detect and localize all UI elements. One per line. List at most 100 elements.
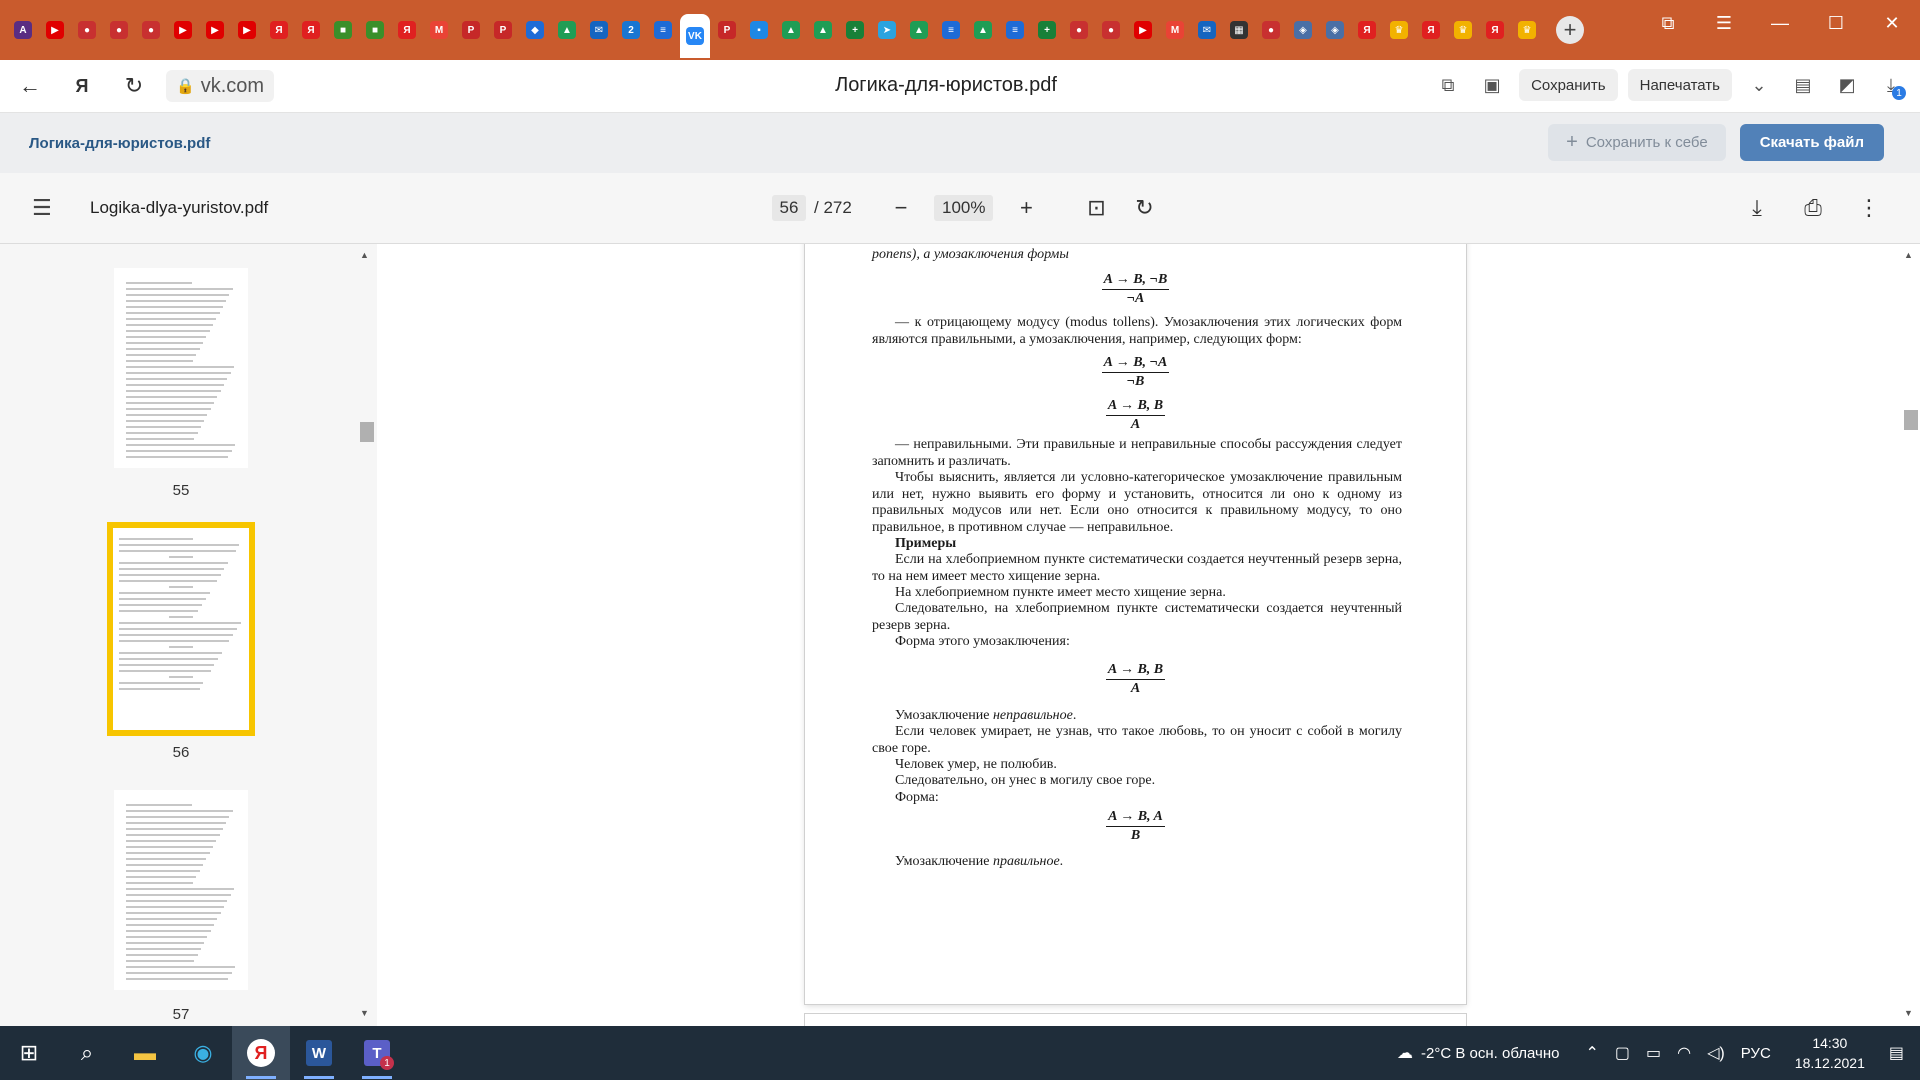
browser-tab[interactable]: + <box>1032 12 1062 48</box>
meet-now-icon[interactable]: ▢ <box>1615 1043 1630 1063</box>
scroll-up-icon[interactable]: ▲ <box>1904 250 1913 260</box>
notifications-icon[interactable]: ▤ <box>1889 1043 1904 1063</box>
viewer-scroll-thumb[interactable] <box>1904 410 1918 430</box>
save-button[interactable]: Сохранить <box>1519 69 1618 101</box>
browser-tab[interactable]: ● <box>104 12 134 48</box>
browser-tab[interactable]: ▲ <box>904 12 934 48</box>
clock[interactable]: 14:30 18.12.2021 <box>1795 1033 1865 1073</box>
browser-tab[interactable]: Я <box>1416 12 1446 48</box>
reader-mode-icon[interactable]: ▣ <box>1475 68 1509 102</box>
browser-tab[interactable]: Я <box>264 12 294 48</box>
browser-tab[interactable]: Я <box>1352 12 1382 48</box>
scroll-down-icon[interactable]: ▼ <box>1904 1008 1913 1018</box>
page-thumbnail-55[interactable] <box>114 268 248 468</box>
teams-icon[interactable]: T1 <box>348 1026 406 1080</box>
scroll-up-icon[interactable]: ▲ <box>360 250 369 260</box>
reload-button[interactable]: ↻ <box>112 64 156 108</box>
browser-tab[interactable]: ▲ <box>552 12 582 48</box>
browser-tab[interactable]: ▪ <box>744 12 774 48</box>
url-field[interactable]: 🔒 vk.com <box>166 70 275 102</box>
browser-tab[interactable]: ✉ <box>584 12 614 48</box>
browser-tab[interactable]: ● <box>72 12 102 48</box>
browser-tab[interactable]: ≡ <box>936 12 966 48</box>
browser-tab[interactable]: Я <box>1480 12 1510 48</box>
back-button[interactable]: ← <box>8 64 52 108</box>
browser-tab[interactable]: 2 <box>616 12 646 48</box>
browser-tab[interactable]: Я <box>392 12 422 48</box>
browser-tab[interactable]: ▦ <box>1224 12 1254 48</box>
page-thumbnail-57[interactable] <box>114 790 248 990</box>
zoom-level-input[interactable]: 100% <box>934 195 994 221</box>
browser-tab[interactable]: ● <box>136 12 166 48</box>
zoom-out-icon[interactable]: − <box>886 193 916 223</box>
chevron-up-icon[interactable]: ⌃ <box>1585 1043 1598 1063</box>
browser-tab[interactable]: ● <box>1256 12 1286 48</box>
browser-tab[interactable]: ♛ <box>1448 12 1478 48</box>
browser-tab[interactable]: ▶ <box>1128 12 1158 48</box>
extension-icon[interactable]: ◩ <box>1830 68 1864 102</box>
browser-tab[interactable]: ♛ <box>1384 12 1414 48</box>
yandex-logo-icon[interactable]: Я <box>60 64 104 108</box>
browser-tab[interactable]: P <box>712 12 742 48</box>
edge-browser-icon[interactable]: ◉ <box>174 1026 232 1080</box>
browser-tab[interactable]: ▲ <box>776 12 806 48</box>
language-indicator[interactable]: РУС <box>1741 1045 1771 1062</box>
chevron-down-icon[interactable]: ⌄ <box>1742 68 1776 102</box>
wifi-icon[interactable]: ◠ <box>1677 1043 1691 1063</box>
browser-tab[interactable]: ♛ <box>1512 12 1542 48</box>
zoom-in-icon[interactable]: + <box>1011 193 1041 223</box>
fit-page-icon[interactable]: ⊡ <box>1081 193 1111 223</box>
browser-tab[interactable]: M <box>424 12 454 48</box>
bookmarks-icon[interactable]: ⧉ <box>1640 0 1696 46</box>
browser-tab[interactable]: ▲ <box>808 12 838 48</box>
hamburger-menu-icon[interactable]: ☰ <box>32 195 62 221</box>
download-file-button[interactable]: Скачать файл <box>1739 124 1884 161</box>
browser-tab[interactable]: P <box>456 12 486 48</box>
page-number-input[interactable]: 56 <box>772 195 806 221</box>
browser-tab[interactable]: ◈ <box>1320 12 1350 48</box>
copy-icon[interactable]: ⧉ <box>1431 68 1465 102</box>
sidebar-scroll-thumb[interactable] <box>360 422 374 442</box>
file-explorer-icon[interactable]: ▬ <box>116 1026 174 1080</box>
downloads-icon[interactable]: ⤓ 1 <box>1874 68 1908 102</box>
browser-tab[interactable]: ▲ <box>968 12 998 48</box>
rotate-icon[interactable]: ↻ <box>1129 193 1159 223</box>
search-icon[interactable]: ⌕ <box>58 1026 116 1080</box>
more-options-icon[interactable]: ⋮ <box>1854 193 1884 223</box>
browser-tab[interactable]: P <box>488 12 518 48</box>
word-icon[interactable]: W <box>290 1026 348 1080</box>
browser-tab[interactable]: ▶ <box>200 12 230 48</box>
close-button[interactable]: ✕ <box>1864 0 1920 46</box>
browser-tab[interactable]: + <box>840 12 870 48</box>
save-to-me-button[interactable]: + Сохранить к себе <box>1548 124 1726 161</box>
browser-tab[interactable]: ● <box>1064 12 1094 48</box>
browser-tab[interactable]: A <box>8 12 38 48</box>
browser-tab[interactable]: M <box>1160 12 1190 48</box>
weather-cloud-icon[interactable]: ☁ <box>1397 1043 1413 1063</box>
browser-tab[interactable]: ▶ <box>40 12 70 48</box>
collections-icon[interactable]: ▤ <box>1786 68 1820 102</box>
viewer-scrollbar[interactable]: ▲ ▼ <box>1904 250 1918 1018</box>
browser-tab[interactable]: ➤ <box>872 12 902 48</box>
yandex-browser-icon[interactable]: Я <box>232 1026 290 1080</box>
browser-tab[interactable]: Я <box>296 12 326 48</box>
scroll-down-icon[interactable]: ▼ <box>360 1008 369 1018</box>
browser-tab[interactable]: ● <box>1096 12 1126 48</box>
page-thumbnail-56[interactable] <box>107 522 255 736</box>
new-tab-button[interactable]: + <box>1556 16 1584 44</box>
browser-tab[interactable]: ≡ <box>1000 12 1030 48</box>
download-icon[interactable]: ⤓ <box>1742 193 1772 223</box>
sidebar-scrollbar[interactable]: ▲ ▼ <box>360 250 374 1018</box>
weather-text[interactable]: -2°C В осн. облачно <box>1421 1045 1559 1062</box>
browser-tab[interactable]: ■ <box>328 12 358 48</box>
browser-tab[interactable]: ✉ <box>1192 12 1222 48</box>
browser-tab[interactable]: VK <box>680 14 710 58</box>
print-button[interactable]: Напечатать <box>1627 69 1732 101</box>
maximize-button[interactable]: ☐ <box>1808 0 1864 46</box>
vk-file-title[interactable]: Логика-для-юристов.pdf <box>29 135 210 152</box>
browser-tab[interactable]: ▶ <box>232 12 262 48</box>
minimize-button[interactable]: — <box>1752 0 1808 46</box>
battery-icon[interactable]: ▭ <box>1646 1043 1661 1063</box>
browser-tab[interactable]: ◈ <box>1288 12 1318 48</box>
browser-tab[interactable]: ≡ <box>648 12 678 48</box>
